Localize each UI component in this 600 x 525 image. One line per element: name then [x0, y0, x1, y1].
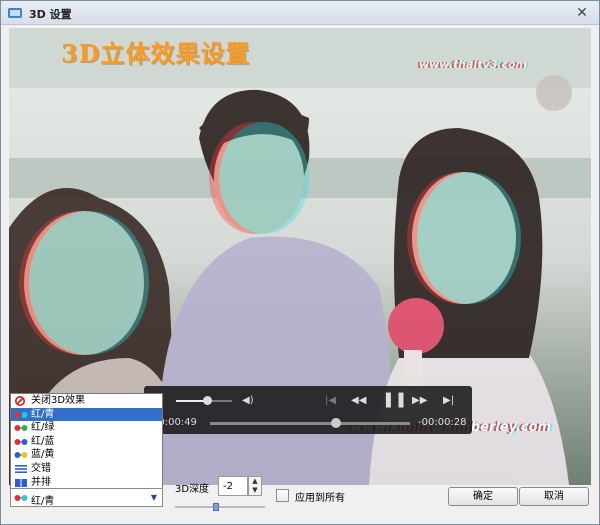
red-cyan-glasses-icon	[14, 411, 28, 418]
chevron-down-icon[interactable]: ▼	[146, 489, 162, 506]
speaker-icon[interactable]: ◀)	[242, 395, 254, 407]
side-by-side-icon	[15, 478, 27, 487]
mode-label: 红/绿	[31, 422, 55, 434]
pause-icon[interactable]: ❚❚	[382, 392, 407, 407]
app-icon	[8, 8, 22, 18]
depth-label: 3D深度	[175, 484, 210, 495]
player-controls: ◀ ◀) |◀ ◀◀ ❚❚ ▶▶ ▶| 00:00:49 -00:00:28	[144, 386, 472, 434]
fast-forward-icon[interactable]: ▶▶	[412, 395, 427, 407]
ok-button[interactable]: 确定	[448, 487, 518, 506]
skip-previous-icon[interactable]: |◀	[325, 395, 336, 407]
interlaced-icon	[15, 464, 27, 473]
depth-slider-thumb[interactable]	[212, 503, 219, 511]
blue-yellow-glasses-icon	[14, 452, 28, 459]
mode-item-off[interactable]: 关闭3D效果	[11, 394, 162, 408]
mode-item-blue-yellow[interactable]: 蓝/黄	[11, 448, 162, 462]
mode-dropdown-list: 关闭3D效果 红/青 红/绿 红/蓝 蓝/黄 交错 并排	[10, 393, 163, 489]
spinner-up-icon[interactable]: ▲	[249, 477, 261, 486]
seek-bar[interactable]	[210, 418, 410, 428]
volume-slider[interactable]	[176, 396, 232, 405]
apply-all-label[interactable]: 应用到所有	[295, 489, 345, 504]
close-button[interactable]: ✕	[573, 4, 591, 22]
skip-next-icon[interactable]: ▶|	[443, 395, 454, 407]
red-blue-glasses-icon	[14, 438, 28, 445]
mode-label: 并排	[31, 476, 51, 488]
mode-select-value: 红/青	[31, 496, 55, 507]
rewind-icon[interactable]: ◀◀	[351, 395, 366, 407]
mode-label: 蓝/黄	[31, 449, 55, 461]
mode-select[interactable]: 红/青 ▼	[10, 488, 163, 507]
seek-knob[interactable]	[331, 418, 341, 428]
volume-knob[interactable]	[202, 396, 212, 405]
overlay-title: 3D立体效果设置	[61, 39, 251, 68]
mode-item-red-blue[interactable]: 红/蓝	[11, 435, 162, 449]
depth-slider[interactable]	[175, 503, 265, 511]
apply-all-checkbox[interactable]	[276, 489, 289, 502]
cancel-button[interactable]: 取消	[519, 487, 589, 506]
settings-window: 3D 设置 ✕ 3D立体效果设置 www.thaitv3.com ◀) |◀ ◀…	[0, 0, 600, 525]
red-green-glasses-icon	[14, 425, 28, 432]
red-cyan-glasses-icon	[14, 495, 28, 501]
mode-item-red-cyan[interactable]: 红/青	[11, 407, 162, 422]
title-bar: 3D 设置 ✕	[1, 1, 599, 25]
spinner-down-icon[interactable]: ▼	[249, 486, 261, 495]
mode-label: 交错	[31, 462, 51, 474]
depth-spinner: ▲ ▼	[248, 476, 262, 496]
depth-input[interactable]	[218, 476, 248, 496]
mode-item-red-green[interactable]: 红/绿	[11, 421, 162, 435]
mode-item-interlaced[interactable]: 交错	[11, 462, 162, 476]
no-entry-icon	[15, 396, 25, 406]
mode-label: 关闭3D效果	[31, 395, 86, 406]
mode-label: 红/青	[31, 408, 55, 420]
window-title: 3D 设置	[29, 8, 72, 21]
channel-url-watermark: www.thaitv3.com	[418, 58, 527, 71]
mode-label: 红/蓝	[31, 435, 55, 447]
remaining-time: -00:00:28	[418, 417, 467, 428]
